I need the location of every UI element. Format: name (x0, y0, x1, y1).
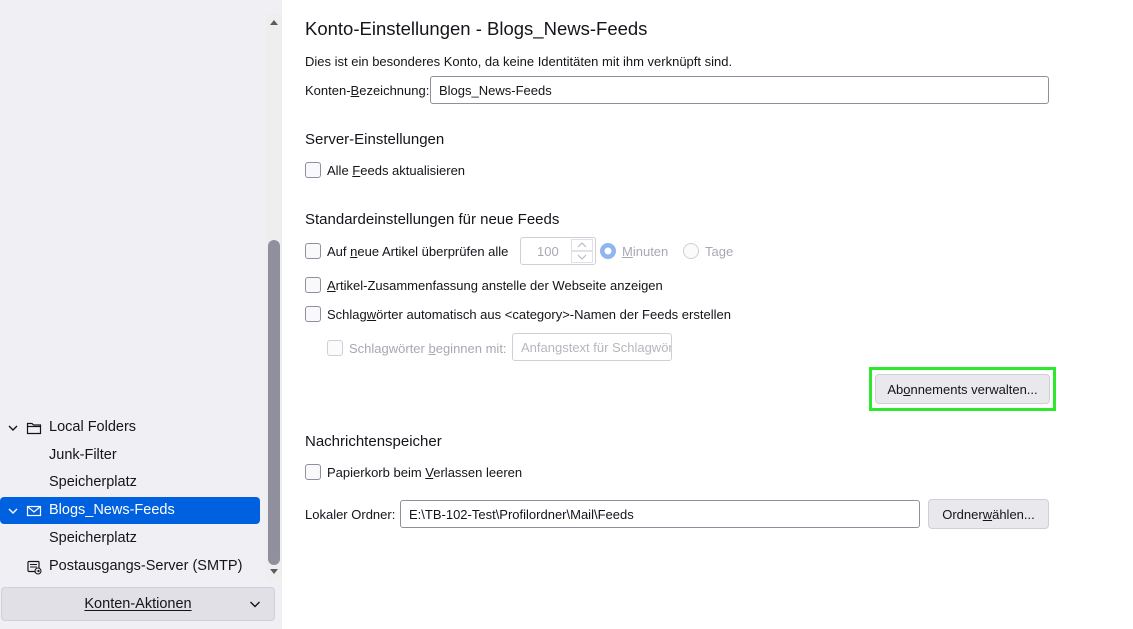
label-part: ezeichnung: (359, 83, 430, 98)
account-tree: Local Folders Junk-Filter Speicherplatz … (0, 0, 265, 580)
page-title: Konto-Einstellungen - Blogs_News-Feeds (305, 18, 648, 39)
label-accesskey: g (718, 244, 726, 259)
tree-item-label: Local Folders (49, 419, 137, 435)
tree-item-storage-feeds[interactable]: Speicherplatz (0, 525, 260, 552)
stepper-down-icon[interactable] (571, 251, 593, 263)
auto-tags-checkbox[interactable] (305, 306, 321, 322)
tree-item-junk-filter[interactable]: Junk-Filter (0, 442, 260, 469)
label-part: rtikel-Zusammenfassung anstelle der Webs… (335, 278, 663, 293)
tree-item-blogs-news-feeds[interactable]: Blogs_News-Feeds (0, 497, 260, 524)
chevron-down-icon[interactable] (7, 505, 19, 517)
check-new-articles-checkbox[interactable] (305, 243, 321, 259)
account-actions-button[interactable]: Konten-Aktionen (1, 587, 275, 621)
label-part: eeds aktualisieren (360, 163, 466, 178)
label-part: Papierkorb beim (327, 465, 426, 480)
stepper-up-icon[interactable] (571, 239, 593, 251)
label-part: örter automatisch aus <category>-Namen d… (376, 307, 731, 322)
check-interval-stepper[interactable]: 100 (520, 237, 596, 265)
unit-days-label: Tage (705, 244, 733, 259)
tree-item-label: Blogs_News-Feeds (49, 502, 175, 518)
unit-days-radio[interactable] (683, 243, 699, 259)
label-accesskey: w (366, 307, 377, 322)
show-summary-checkbox[interactable] (305, 277, 321, 293)
label-part: Ab (887, 381, 904, 397)
label-part: ählen... (992, 506, 1035, 522)
label-part: e (725, 244, 734, 259)
feed-defaults-heading: Standardeinstellungen für neue Feeds (305, 211, 560, 228)
empty-trash-checkbox[interactable] (305, 464, 321, 480)
outgoing-server-icon (26, 559, 42, 575)
tree-item-smtp[interactable]: Postausgangs-Server (SMTP) (0, 553, 260, 580)
tree-item-local-folders[interactable]: Local Folders (0, 414, 260, 441)
local-directory-label: Lokaler Ordner: (305, 507, 396, 522)
tag-prefix-placeholder: Anfangstext für Schlagwörter (521, 339, 672, 355)
label-accesskey: M (622, 244, 633, 259)
label-part: Alle (327, 163, 353, 178)
chevron-down-icon (248, 597, 262, 611)
local-directory-value: E:\TB-102-Test\Profilordner\Mail\Feeds (409, 506, 634, 522)
label-part: eue Artikel überprüfen alle (357, 244, 509, 259)
label-part: Schlagwörter (349, 341, 429, 356)
account-name-value: Blogs_News-Feeds (439, 82, 552, 98)
check-new-articles-label: Auf neue Artikel überprüfen alle (327, 244, 508, 259)
update-all-feeds-label: Alle Feeds aktualisieren (327, 163, 465, 178)
manage-subscriptions-button[interactable]: Ab o nnements verwalten... (875, 374, 1050, 404)
tree-item-label: Speicherplatz (49, 474, 137, 490)
label-accesskey: B (350, 83, 360, 98)
account-tree-sidebar: Local Folders Junk-Filter Speicherplatz … (0, 0, 282, 629)
label-accesskey: b (428, 341, 436, 356)
tag-prefix-input[interactable]: Anfangstext für Schlagwörter (512, 333, 672, 361)
tree-item-storage-local[interactable]: Speicherplatz (0, 469, 260, 496)
tree-item-label: Speicherplatz (49, 530, 137, 546)
tree-item-label: Postausgangs-Server (SMTP) (49, 558, 243, 574)
show-summary-label: Artikel-Zusammenfassung anstelle der Web… (327, 278, 663, 293)
account-actions-label: Konten-Aktionen (84, 596, 192, 612)
label-part: Konten- (305, 83, 351, 98)
label-part: Ta (705, 244, 719, 259)
label-part: nnements verwalten... (910, 381, 1038, 397)
tag-prefix-checkbox[interactable] (327, 340, 343, 356)
unit-minutes-label: Minuten (622, 244, 668, 259)
storage-heading: Nachrichtenspeicher (305, 433, 442, 450)
account-name-label: Konten-Bezeichnung: (305, 83, 429, 98)
scroll-down-icon[interactable] (268, 566, 280, 578)
folder-icon (26, 420, 42, 436)
label-part: Auf (327, 244, 351, 259)
check-interval-value: 100 (537, 243, 559, 259)
unit-minutes-radio[interactable] (600, 243, 616, 259)
server-settings-heading: Server-Einstellungen (305, 131, 445, 148)
tag-prefix-label: Schlagwörter beginnen mit: (349, 341, 507, 356)
feed-mail-icon (26, 503, 42, 519)
label-accesskey: w (982, 506, 993, 522)
label-accesskey: o (903, 381, 911, 397)
account-name-input[interactable]: Blogs_News-Feeds (430, 76, 1049, 104)
label-part: inuten (632, 244, 669, 259)
local-directory-input[interactable]: E:\TB-102-Test\Profilordner\Mail\Feeds (400, 500, 920, 528)
label-part: Schlag (327, 307, 367, 322)
choose-directory-button[interactable]: Ordner w ählen... (928, 499, 1049, 529)
label-part: erlassen leeren (433, 465, 523, 480)
scroll-up-icon[interactable] (268, 16, 280, 28)
auto-tags-label: Schlagwörter automatisch aus <category>-… (327, 307, 731, 322)
chevron-down-icon[interactable] (7, 422, 19, 434)
tree-item-label: Junk-Filter (49, 447, 117, 463)
scrollbar-thumb[interactable] (268, 240, 280, 565)
label-part: Ordner (942, 506, 983, 522)
update-all-feeds-checkbox[interactable] (305, 162, 321, 178)
label-accesskey: A (327, 278, 336, 293)
label-part: eginnen mit: (435, 341, 507, 356)
account-description: Dies ist ein besonderes Konto, da keine … (305, 54, 733, 69)
empty-trash-label: Papierkorb beim Verlassen leeren (327, 465, 522, 480)
